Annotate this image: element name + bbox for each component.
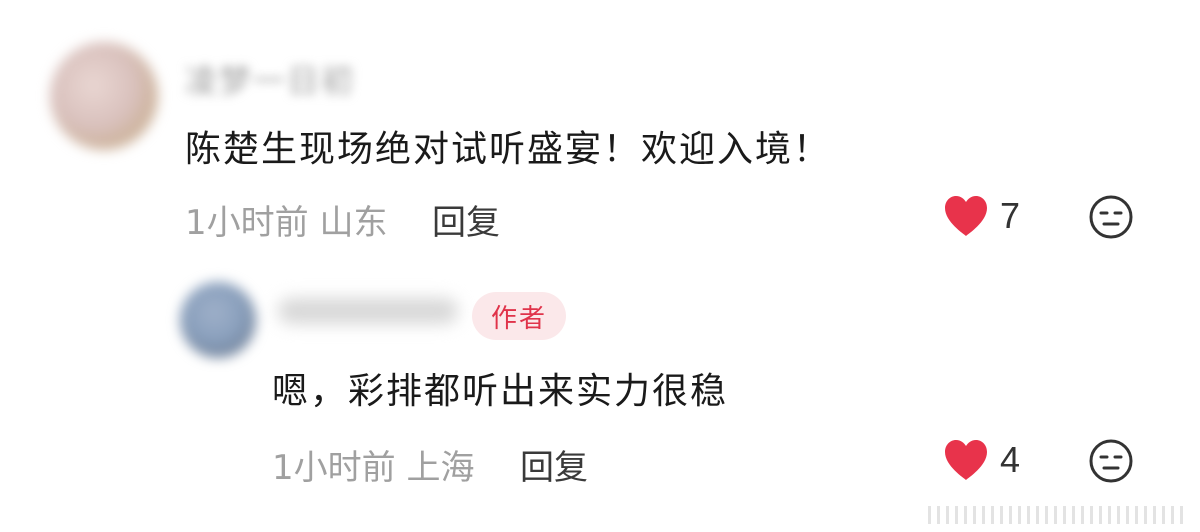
- reply-author-name[interactable]: [278, 298, 458, 324]
- heart-icon: [945, 440, 987, 480]
- neutral-face-icon[interactable]: [1088, 194, 1134, 240]
- avatar[interactable]: [180, 282, 256, 358]
- neutral-face-icon[interactable]: [1088, 438, 1134, 484]
- reply-button[interactable]: 回复: [520, 440, 588, 489]
- reply-text: 嗯，彩排都听出来实力很稳: [272, 371, 729, 412]
- comment-location: 山东: [319, 203, 388, 243]
- like-button[interactable]: 7: [942, 194, 1020, 238]
- reply-button[interactable]: 回复: [432, 195, 500, 244]
- reply-location: 上海: [406, 448, 475, 488]
- reply-meta: 1小时前 上海: [272, 440, 474, 489]
- comment-meta: 1小时前 山东: [185, 195, 387, 244]
- comment-time: 1小时前: [185, 203, 309, 243]
- comment-text: 陈楚生现场绝对试听盛宴！欢迎入境！: [185, 129, 832, 170]
- avatar[interactable]: [50, 42, 158, 150]
- like-count: 4: [1000, 439, 1021, 480]
- like-count: 7: [1000, 195, 1021, 236]
- reply-time: 1小时前: [272, 448, 396, 488]
- author-badge: 作者: [472, 292, 566, 340]
- comment-author-name[interactable]: 凌梦一日初: [185, 56, 355, 102]
- like-button[interactable]: 4: [942, 438, 1020, 482]
- heart-icon: [945, 196, 987, 236]
- watermark: [928, 506, 1188, 524]
